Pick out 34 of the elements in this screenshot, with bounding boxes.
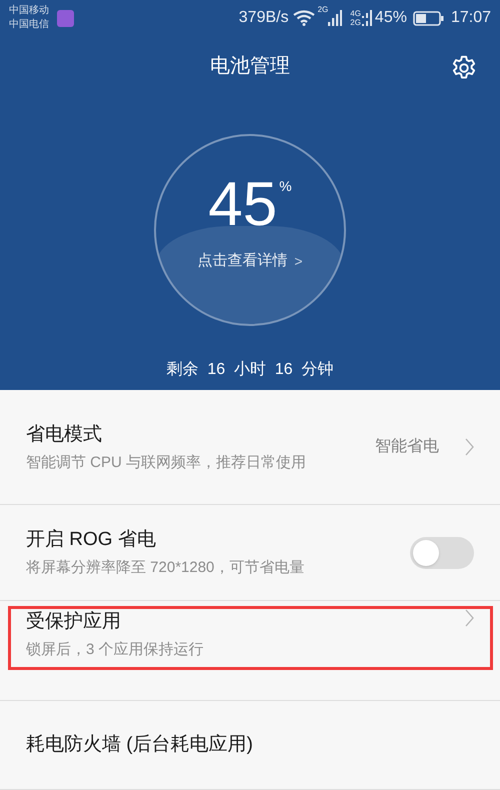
setting-title: 受保护应用 xyxy=(26,610,122,634)
chevron-icon: > xyxy=(294,250,303,272)
battery-gauge[interactable]: 45% 点击查看详情 > xyxy=(154,134,346,326)
signal-icon xyxy=(362,9,374,27)
chevron-icon xyxy=(465,609,474,627)
setting-description: 智能调节 CPU 与联网频率，推荐日常使用 xyxy=(26,452,306,472)
carrier-name: 中国电信 xyxy=(9,18,49,32)
battery-icon xyxy=(412,10,444,26)
settings-row[interactable]: 耗电防火墙 (后台耗电应用) xyxy=(0,701,500,790)
network-type: 4G xyxy=(350,9,361,18)
chevron-icon xyxy=(465,438,474,456)
battery-percent: 45% xyxy=(374,8,407,28)
remaining-time: 剩余 16 小时 16 分钟 xyxy=(166,361,334,378)
details-link: 点击查看详情 xyxy=(197,251,288,271)
carrier-name: 中国移动 xyxy=(9,4,49,18)
network-type: 2G xyxy=(318,4,328,16)
wifi-icon xyxy=(292,10,315,26)
network-speed: 379B/s xyxy=(238,8,289,28)
setting-description: 锁屏后，3 个应用保持运行 xyxy=(26,640,205,660)
network-type: 2G xyxy=(350,18,361,27)
signal-icon xyxy=(328,10,342,26)
setting-title: 耗电防火墙 (后台耗电应用) xyxy=(26,733,254,757)
setting-title: 开启 ROG 省电 xyxy=(26,528,157,552)
settings-row[interactable]: 受保护应用 锁屏后，3 个应用保持运行 xyxy=(0,601,500,701)
percent-sign: % xyxy=(279,177,292,196)
settings-row[interactable]: 开启 ROG 省电 将屏幕分辨率降至 720*1280，可节省电量 xyxy=(0,505,500,601)
battery-percentage: 45 xyxy=(208,174,278,236)
setting-description: 将屏幕分辨率降至 720*1280，可节省电量 xyxy=(26,558,306,578)
settings-row[interactable]: 省电模式 智能调节 CPU 与联网频率，推荐日常使用 智能省电 xyxy=(0,390,500,505)
toggle-switch[interactable] xyxy=(410,536,474,568)
screen-title: 电池管理 xyxy=(210,54,290,79)
setting-title: 省电模式 xyxy=(26,422,103,446)
clock: 17:07 xyxy=(450,8,491,28)
setting-value: 智能省电 xyxy=(375,436,439,457)
